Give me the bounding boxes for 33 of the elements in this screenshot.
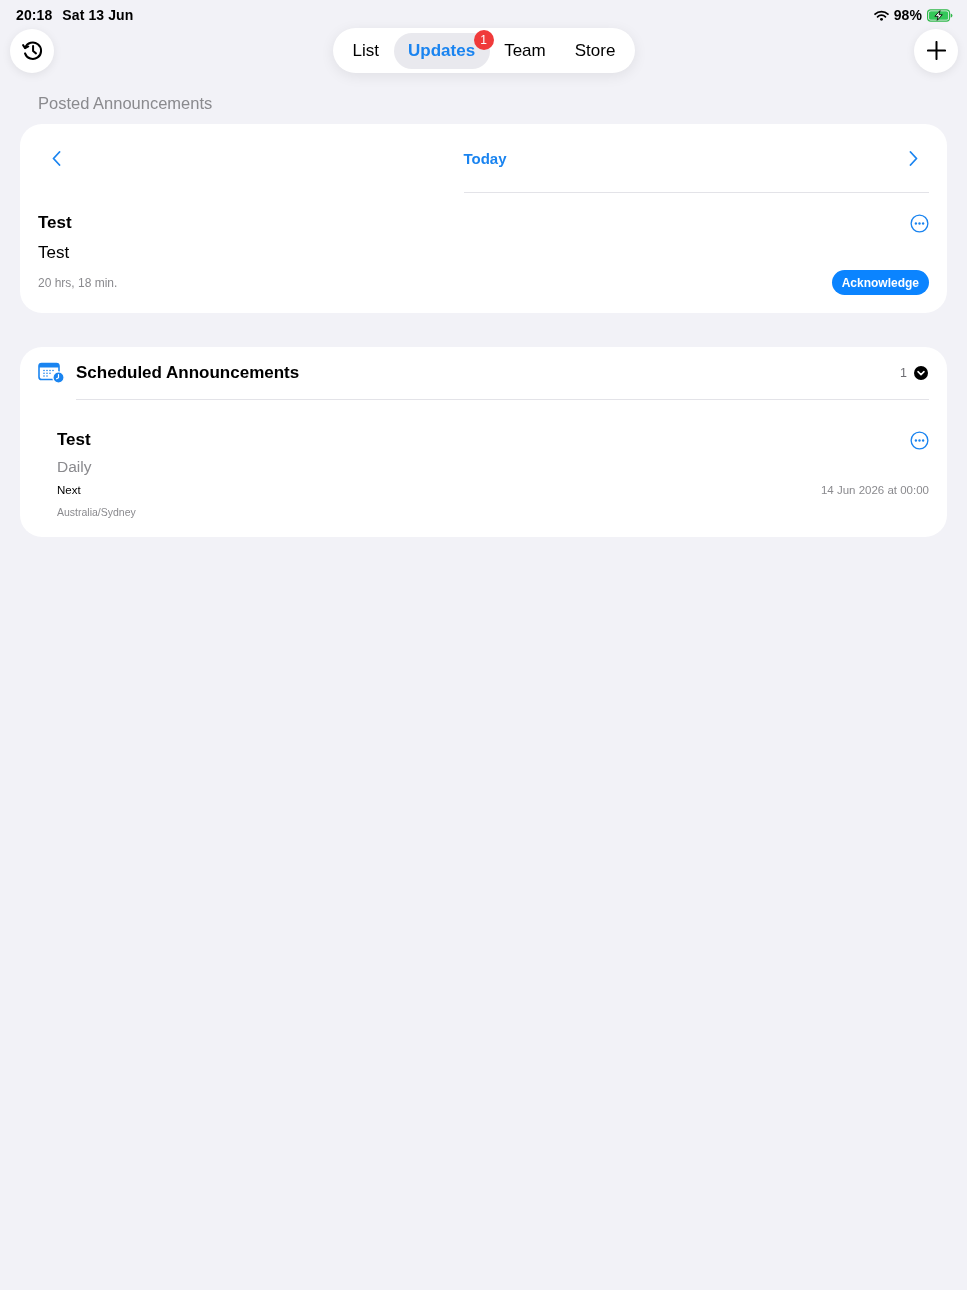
notification-badge: 1 xyxy=(473,29,494,50)
item-count: 1 xyxy=(900,366,907,380)
tab[interactable]: Store xyxy=(560,32,630,69)
calendar-clock-icon xyxy=(38,362,65,384)
announcement-title: Test xyxy=(38,213,72,233)
next-day-button[interactable] xyxy=(909,150,918,166)
acknowledge-button[interactable]: Acknowledge xyxy=(831,270,929,295)
chevron-left-icon xyxy=(52,150,61,166)
announcement-body: Test xyxy=(38,243,70,263)
section-title: Scheduled Announcements xyxy=(76,363,301,383)
next-label: Next xyxy=(57,483,81,498)
more-options-icon[interactable] xyxy=(910,430,929,450)
date-label: Today xyxy=(463,149,507,167)
chevron-circle-icon[interactable] xyxy=(914,366,928,380)
status-time: 20:18 xyxy=(16,6,53,24)
battery-percent: 98% xyxy=(893,6,922,24)
section-heading: Posted Announcements xyxy=(38,93,213,113)
add-button[interactable] xyxy=(914,28,958,73)
elapsed-time: 20 hrs, 18 min. xyxy=(38,275,118,290)
announcement-title: Test xyxy=(57,430,91,450)
more-options-icon[interactable] xyxy=(910,213,929,233)
history-button[interactable] xyxy=(10,28,54,73)
tab[interactable]: List xyxy=(338,32,394,69)
wifi-icon xyxy=(873,9,889,21)
repeat-frequency: Daily xyxy=(57,457,92,477)
previous-day-button[interactable] xyxy=(52,150,61,166)
battery-charging-icon xyxy=(927,8,953,22)
chevron-right-icon xyxy=(909,150,918,166)
status-date: Sat 13 Jun xyxy=(62,6,134,24)
time-zone: Australia/Sydney xyxy=(57,505,136,519)
plus-icon xyxy=(926,41,946,60)
next-date: 14 Jun 2026 at 00:00 xyxy=(820,483,929,498)
history-icon xyxy=(20,39,44,62)
